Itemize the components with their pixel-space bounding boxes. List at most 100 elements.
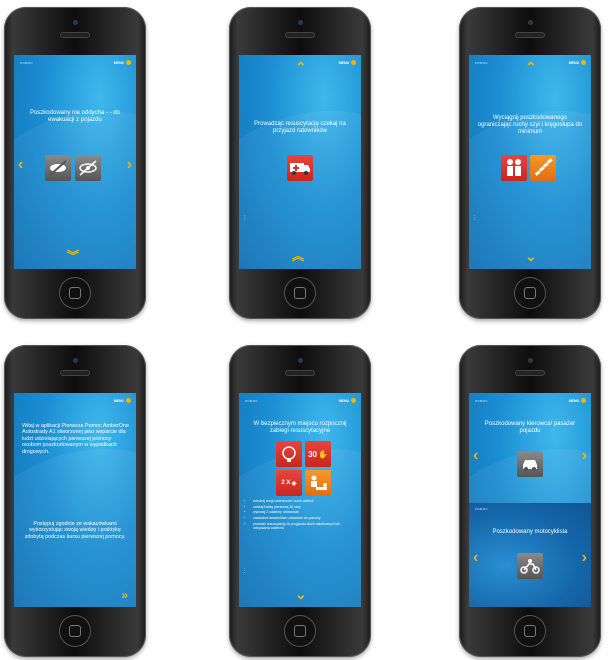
- chevron-up-icon[interactable]: ︽: [292, 250, 304, 263]
- menu-button[interactable]: MENU: [569, 60, 586, 65]
- menu-icon: [126, 60, 131, 65]
- menu-label: MENU: [338, 398, 349, 403]
- down-arrow-icon[interactable]: ⌄: [295, 587, 307, 601]
- motorcycle-icon[interactable]: [517, 553, 543, 579]
- chevron-down-icon[interactable]: ︾: [67, 250, 79, 263]
- message: Prowadząc resuscytację czekaj na przyjaz…: [254, 121, 346, 134]
- home-button[interactable]: [514, 615, 546, 647]
- menu-label: MENU: [568, 398, 579, 403]
- speaker: [516, 371, 544, 375]
- list-item: uciskaj klatkę piersiową 30 razy: [253, 505, 355, 509]
- guidance-paragraph: Postępuj zgodnie ze wskazówkami wykorzys…: [24, 521, 126, 540]
- camera: [298, 358, 303, 363]
- menu-icon: [126, 398, 131, 403]
- menu-button[interactable]: MENU: [339, 398, 356, 403]
- menu-icon: [581, 398, 586, 403]
- steps-list: udrożnij drogi oddechowe i oceń oddech u…: [247, 499, 355, 532]
- menu-icon: [351, 60, 356, 65]
- left-arrow-icon[interactable]: ‹: [473, 550, 478, 566]
- brand-label: POMOC: [475, 61, 488, 65]
- home-button[interactable]: [284, 277, 316, 309]
- home-button[interactable]: [514, 277, 546, 309]
- left-arrow-icon[interactable]: ‹: [18, 157, 23, 173]
- camera: [528, 20, 533, 25]
- menu-label: MENU: [113, 398, 124, 403]
- top-bar: POMOC MENU: [239, 393, 361, 411]
- motorcyclist-panel: POMOC Poszkodowany motocyklista ‹ ›: [469, 503, 591, 607]
- top-bar: POMOC MENU: [469, 393, 591, 411]
- menu-button[interactable]: MENU: [569, 398, 586, 403]
- compressions-tile[interactable]: 30 ✋: [305, 441, 331, 467]
- home-button[interactable]: [59, 277, 91, 309]
- two-people-icon[interactable]: [501, 155, 527, 181]
- up-arrow-icon[interactable]: ⌃: [525, 60, 537, 74]
- camera: [298, 20, 303, 25]
- screen: POMOC MENU W bezpiecznym miejscu rozpocz…: [239, 393, 361, 607]
- menu-label: MENU: [338, 60, 349, 65]
- no-breathing-eye-icon[interactable]: [75, 155, 101, 181]
- message: Wyciągnij poszkodowanego ograniczając ru…: [477, 115, 583, 135]
- menu-button[interactable]: MENU: [114, 60, 131, 65]
- hand-icon: ✋: [317, 449, 328, 459]
- ambulance-icon[interactable]: [287, 155, 313, 181]
- screen: POMOC MENU ⌃ Wyciągnij poszkodowanego og…: [469, 55, 591, 269]
- camera: [73, 358, 78, 363]
- phone-2: MENU ⌃ Prowadząc resuscytację czekaj na …: [229, 7, 371, 319]
- phone-3: POMOC MENU ⌃ Wyciągnij poszkodowanego og…: [459, 7, 601, 319]
- screen: POMOC MENU Poszkodowany nie oddycha - - …: [14, 55, 136, 269]
- airway-head-icon[interactable]: [276, 441, 302, 467]
- breaths-count: 2 X: [281, 480, 291, 486]
- message: Poszkodowany nie oddycha - - do ewakuacj…: [29, 110, 121, 123]
- camera: [73, 20, 78, 25]
- top-bar: MENU: [14, 393, 136, 411]
- list-item: udrożnij drogi oddechowe i oceń oddech: [253, 499, 355, 503]
- mouth-icon: ◉: [291, 480, 297, 487]
- left-arrow-icon[interactable]: ‹: [473, 448, 478, 464]
- driver-message: Poszkodowany kierowca/ pasażer pojazdu: [484, 421, 576, 434]
- right-arrow-icon[interactable]: ›: [582, 550, 587, 566]
- message: W bezpiecznym miejscu rozpocznij zabiegi…: [253, 421, 347, 434]
- brand-label: POMOC: [20, 61, 33, 65]
- screen: MENU Witaj w aplikacji Pierwsza Pomoc Am…: [14, 393, 136, 607]
- brand-label: POMOC: [475, 399, 488, 403]
- brand-label: POMOC: [245, 399, 258, 403]
- motorcyclist-message: Poszkodowany motocyklista: [492, 529, 568, 535]
- phone-5: POMOC MENU W bezpiecznym miejscu rozpocz…: [229, 345, 371, 657]
- menu-icon: [581, 60, 586, 65]
- right-arrow-icon[interactable]: ›: [127, 157, 132, 173]
- down-arrow-icon[interactable]: ⌄: [525, 249, 537, 263]
- top-bar: POMOC MENU: [14, 55, 136, 73]
- list-item: zawiadom kwadrukiem zdarzenie do pomocy: [253, 516, 355, 520]
- home-button[interactable]: [59, 615, 91, 647]
- car-icon[interactable]: [517, 451, 543, 477]
- breaths-tile[interactable]: 2 X ◉: [276, 470, 302, 496]
- spine-icon[interactable]: [530, 155, 556, 181]
- no-breathing-mouth-icon[interactable]: [45, 155, 71, 181]
- side-menu-icon[interactable]: ⋮: [242, 215, 247, 221]
- menu-button[interactable]: MENU: [339, 60, 356, 65]
- home-button[interactable]: [284, 615, 316, 647]
- phone-4: MENU Witaj w aplikacji Pierwsza Pomoc Am…: [4, 345, 146, 657]
- list-item: prowadź resuscytację do przyjazdu służb …: [253, 522, 355, 530]
- screen: MENU ⌃ Prowadząc resuscytację czekaj na …: [239, 55, 361, 269]
- menu-label: MENU: [568, 60, 579, 65]
- right-arrow-icon[interactable]: ›: [582, 448, 587, 464]
- menu-label: MENU: [113, 60, 124, 65]
- menu-icon: [351, 398, 356, 403]
- compressions-count: 30: [308, 449, 317, 459]
- intro-paragraph: Witaj w aplikacji Pierwsza Pomoc AmberOn…: [22, 423, 129, 455]
- side-menu-icon[interactable]: ⋮: [242, 568, 247, 574]
- speaker: [286, 371, 314, 375]
- camera: [528, 358, 533, 363]
- speaker: [61, 371, 89, 375]
- screen: POMOC MENU Poszkodowany kierowca/ pasaże…: [469, 393, 591, 607]
- menu-button[interactable]: MENU: [114, 398, 131, 403]
- brand-label: POMOC: [475, 507, 488, 511]
- list-item: wykonaj 2 oddechy ratownicze: [253, 510, 355, 514]
- phone-1: POMOC MENU Poszkodowany nie oddycha - - …: [4, 7, 146, 319]
- side-menu-icon[interactable]: ⋮: [472, 215, 477, 221]
- cpr-person-icon[interactable]: [305, 470, 331, 496]
- up-arrow-icon[interactable]: ⌃: [295, 60, 307, 74]
- speaker: [516, 33, 544, 37]
- chevron-right-icon[interactable]: »: [121, 589, 128, 602]
